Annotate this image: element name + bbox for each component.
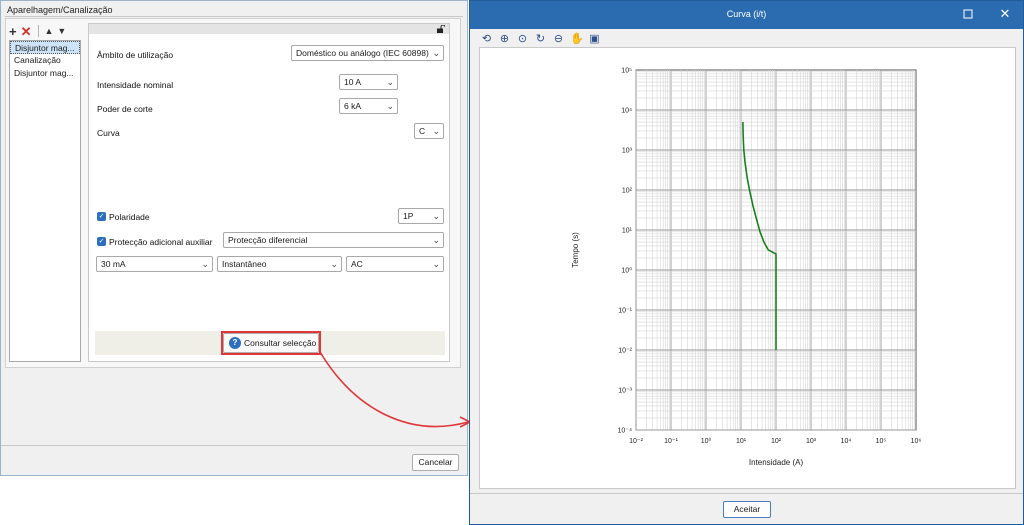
list-item[interactable]: Disjuntor mag... bbox=[10, 41, 80, 54]
move-down-icon[interactable]: ▼ bbox=[57, 26, 66, 36]
pan-hand-icon[interactable]: ✋ bbox=[570, 33, 584, 46]
delete-icon[interactable]: ✕ bbox=[21, 25, 32, 38]
x-tick-label: 10³ bbox=[806, 438, 817, 445]
ambito-value: Doméstico ou análogo (IEC 60898) bbox=[296, 48, 429, 58]
dialog-title: Curva (i/t) bbox=[726, 9, 767, 19]
intensidade-label: Intensidade nominal bbox=[97, 80, 174, 90]
chevron-down-icon: ⌄ bbox=[201, 259, 209, 269]
unlock-icon[interactable] bbox=[436, 25, 445, 33]
y-tick-label: 10² bbox=[622, 188, 633, 195]
polaridade-checkbox[interactable]: ✓ bbox=[97, 212, 106, 221]
x-tick-label: 10⁵ bbox=[876, 438, 887, 445]
properties-header bbox=[89, 24, 449, 34]
curva-label: Curva bbox=[97, 128, 120, 138]
footer-divider bbox=[470, 493, 1023, 494]
chevron-down-icon: ⌄ bbox=[432, 126, 440, 136]
x-tick-label: 10¹ bbox=[736, 438, 747, 445]
poder-value: 6 kA bbox=[344, 101, 362, 111]
x-tick-label: 10⁴ bbox=[841, 438, 852, 445]
add-icon[interactable]: + bbox=[9, 25, 17, 38]
y-tick-label: 10⁵ bbox=[621, 68, 632, 75]
curva-value: C bbox=[419, 126, 426, 136]
intensidade-value: 10 A bbox=[344, 77, 362, 87]
ambito-label: Âmbito de utilização bbox=[97, 50, 174, 60]
title-bar: Curva (i/t) ✕ bbox=[470, 1, 1023, 29]
dialog-title: Aparelhagem/Canalização bbox=[7, 5, 113, 15]
element-list[interactable]: Disjuntor mag... Canalização Disjuntor m… bbox=[9, 40, 81, 362]
y-tick-label: 10³ bbox=[622, 148, 633, 155]
zoom-fit-icon[interactable]: ⟲ bbox=[480, 33, 493, 46]
polaridade-label: Polaridade bbox=[109, 212, 150, 222]
chart-toolbar: ⟲ ⊕ ⊙ ↻ ⊖ ✋ ▣ bbox=[480, 32, 601, 46]
tipo-select[interactable]: Instantâneo ⌄ bbox=[217, 256, 342, 272]
zoom-window-icon[interactable]: ⊙ bbox=[516, 33, 529, 46]
move-up-icon[interactable]: ▲ bbox=[45, 26, 54, 36]
proteccao-label: Protecção adicional auxiliar bbox=[109, 237, 213, 247]
cancel-button[interactable]: Cancelar bbox=[412, 454, 459, 471]
curve-chart: 10⁻² 10⁻¹ 10⁰ 10¹ 10² 10³ 10⁴ 10⁵ 10⁶ 10⁵ 10⁴ 10³ 10… bbox=[571, 68, 922, 468]
poder-label: Poder de corte bbox=[97, 104, 153, 114]
zoom-out-icon[interactable]: ⊖ bbox=[552, 33, 565, 46]
help-icon: ? bbox=[229, 337, 241, 349]
chevron-down-icon: ⌄ bbox=[330, 259, 338, 269]
y-tick-label: 10⁻¹ bbox=[618, 308, 632, 315]
y-tick-label: 10¹ bbox=[622, 228, 633, 235]
y-tick-label: 10⁻² bbox=[618, 348, 632, 355]
chevron-down-icon: ⌄ bbox=[386, 101, 394, 111]
chart-area: 10⁻² 10⁻¹ 10⁰ 10¹ 10² 10³ 10⁴ 10⁵ 10⁶ 10⁵ 10⁴ 10³ 10… bbox=[479, 47, 1016, 489]
classe-value: AC bbox=[351, 259, 363, 269]
sensibilidade-value: 30 mA bbox=[101, 259, 126, 269]
intensidade-select[interactable]: 10 A ⌄ bbox=[339, 74, 398, 90]
zoom-in-icon[interactable]: ⊕ bbox=[498, 33, 511, 46]
x-tick-label: 10² bbox=[771, 438, 782, 445]
polaridade-select[interactable]: 1P ⌄ bbox=[398, 208, 444, 224]
chevron-down-icon: ⌄ bbox=[432, 259, 440, 269]
chevron-down-icon: ⌄ bbox=[386, 77, 394, 87]
curva-select[interactable]: C ⌄ bbox=[414, 123, 444, 139]
y-tick-label: 10⁻⁴ bbox=[618, 428, 633, 435]
toolbar-divider bbox=[37, 25, 39, 37]
curve-dialog: Curva (i/t) ✕ ⟲ ⊕ ⊙ ↻ ⊖ ✋ ▣ 10⁻² 10⁻¹ 10⁰ 1… bbox=[469, 0, 1024, 525]
refresh-icon[interactable]: ↻ bbox=[534, 33, 547, 46]
list-item[interactable]: Canalização bbox=[10, 54, 80, 67]
chevron-down-icon: ⌄ bbox=[432, 211, 440, 221]
list-item[interactable]: Disjuntor mag... bbox=[10, 67, 80, 80]
ambito-select[interactable]: Doméstico ou análogo (IEC 60898) ⌄ bbox=[291, 45, 444, 61]
consult-selection-button[interactable]: ? Consultar selecção bbox=[223, 333, 319, 353]
proteccao-select[interactable]: Protecção diferencial ⌄ bbox=[223, 232, 444, 248]
classe-select[interactable]: AC ⌄ bbox=[346, 256, 444, 272]
footer-divider bbox=[1, 445, 467, 446]
x-tick-label: 10⁶ bbox=[911, 438, 922, 445]
poder-select[interactable]: 6 kA ⌄ bbox=[339, 98, 398, 114]
export-icon[interactable]: ▣ bbox=[588, 33, 601, 46]
list-toolbar: + ✕ ▲ ▼ bbox=[9, 23, 66, 39]
accept-button[interactable]: Aceitar bbox=[723, 501, 771, 518]
x-axis-label: Intensidade (A) bbox=[749, 458, 804, 467]
close-icon[interactable]: ✕ bbox=[998, 7, 1012, 21]
aparelhagem-dialog: Aparelhagem/Canalização + ✕ ▲ ▼ Disjunto… bbox=[0, 0, 468, 476]
tipo-value: Instantâneo bbox=[222, 259, 267, 269]
proteccao-checkbox[interactable]: ✓ bbox=[97, 237, 106, 246]
y-tick-label: 10⁴ bbox=[621, 108, 632, 115]
chevron-down-icon: ⌄ bbox=[432, 48, 440, 58]
title-divider bbox=[5, 16, 463, 17]
polaridade-value: 1P bbox=[403, 211, 414, 221]
x-tick-label: 10⁻¹ bbox=[664, 438, 678, 445]
proteccao-value: Protecção diferencial bbox=[228, 235, 308, 245]
y-axis-label: Tempo (s) bbox=[571, 232, 580, 268]
y-tick-label: 10⁻³ bbox=[618, 388, 632, 395]
y-tick-label: 10⁰ bbox=[621, 267, 632, 275]
consult-label: Consultar selecção bbox=[244, 338, 317, 348]
x-tick-label: 10⁰ bbox=[701, 437, 712, 445]
x-tick-label: 10⁻² bbox=[629, 438, 643, 445]
sensibilidade-select[interactable]: 30 mA ⌄ bbox=[96, 256, 213, 272]
maximize-icon[interactable] bbox=[962, 8, 974, 20]
chevron-down-icon: ⌄ bbox=[432, 235, 440, 245]
